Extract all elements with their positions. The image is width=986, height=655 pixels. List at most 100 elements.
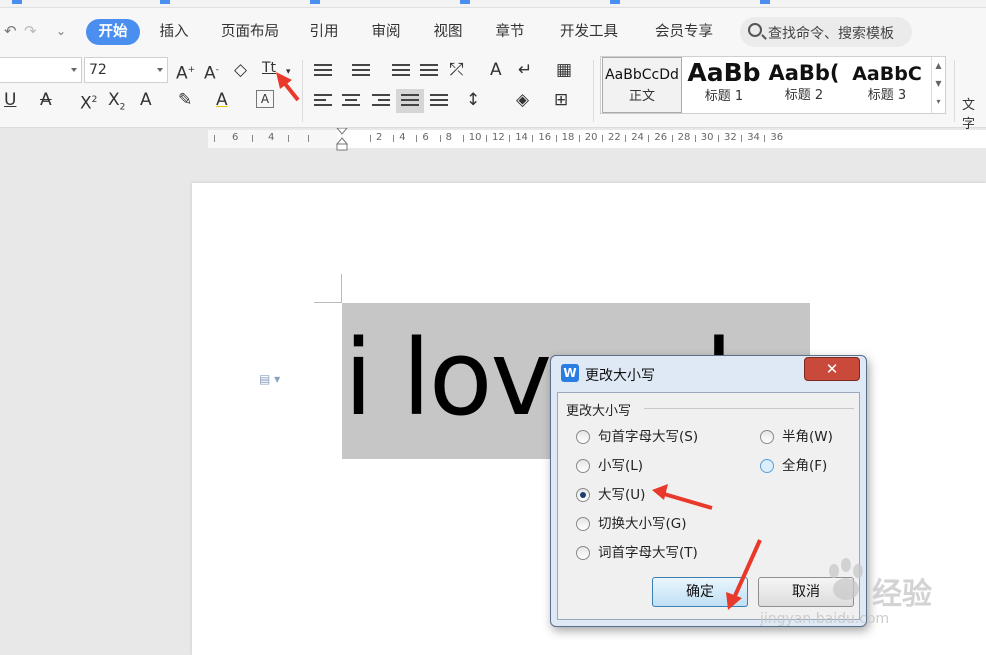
ruler-tick <box>462 135 464 142</box>
tab-member[interactable]: 会员专享 <box>646 19 722 45</box>
indent-marker-icon[interactable] <box>336 128 348 152</box>
subscript-icon[interactable]: X2 <box>108 90 125 117</box>
styles-gallery: AaBbCcDd 正文 AaBb 标题 1 AaBb( 标题 2 AaBbC 标… <box>600 56 946 114</box>
table-grid-icon[interactable]: ▦ <box>556 60 572 80</box>
clear-format-icon[interactable]: ◇ <box>234 60 247 80</box>
tab-chapter[interactable]: 章节 <box>486 19 534 45</box>
ruler-tick <box>252 135 253 142</box>
distributed-align-icon[interactable] <box>430 94 448 109</box>
radio-label: 大写(U) <box>598 487 646 503</box>
ruler-tick <box>625 135 627 142</box>
style-label: 标题 2 <box>784 88 824 103</box>
text-tool-label[interactable]: 文字 <box>962 94 986 132</box>
decrease-indent-icon[interactable] <box>392 64 410 79</box>
style-heading-3[interactable]: AaBbC 标题 3 <box>844 57 930 113</box>
align-center-icon[interactable] <box>342 94 360 109</box>
radio-label: 半角(W) <box>782 429 833 445</box>
search-icon <box>748 23 762 37</box>
chevron-up-icon[interactable]: ▲ <box>932 57 945 75</box>
radio-label: 词首字母大写(T) <box>598 545 698 561</box>
font-color-icon[interactable]: A <box>216 90 228 110</box>
document-tab-strip <box>0 0 986 8</box>
sort-icon[interactable]: ⤱ <box>450 60 464 80</box>
shading-icon[interactable]: ◈ <box>516 90 529 110</box>
ruler-number: 26 <box>654 132 668 143</box>
char-border-icon[interactable]: A <box>256 90 274 108</box>
tab-insert[interactable]: 插入 <box>150 19 198 45</box>
ruler-tick <box>578 135 580 142</box>
watermark-text: 经验 <box>872 577 932 612</box>
paw-logo-icon <box>829 558 863 600</box>
line-spacing-icon[interactable]: ↕ <box>466 90 480 110</box>
radio-dot <box>576 430 590 444</box>
ruler-number: 10 <box>468 132 482 143</box>
numbered-list-icon[interactable] <box>352 64 370 79</box>
style-sample: AaBb <box>687 58 761 87</box>
paragraph-handle-icon[interactable]: ▤ ▾ <box>259 372 280 386</box>
more-styles-icon[interactable]: ▾ <box>932 93 945 111</box>
ruler-tick <box>718 135 719 142</box>
tab-marker <box>12 0 22 4</box>
style-sample: AaBbCcDd <box>605 67 679 83</box>
ruler-tick <box>555 135 557 142</box>
undo-icon[interactable]: ↶ <box>4 22 17 40</box>
bullet-list-icon[interactable] <box>314 64 332 79</box>
chevron-down-icon[interactable]: ▼ <box>932 75 945 93</box>
ruler-tick <box>288 135 289 142</box>
separator <box>593 60 594 122</box>
increase-indent-icon[interactable] <box>420 64 438 79</box>
style-sample: AaBb( <box>768 61 840 85</box>
borders-icon[interactable]: ⊞ <box>554 90 568 110</box>
text-effect-icon[interactable]: A <box>140 90 152 110</box>
ruler-number: 14 <box>515 132 528 143</box>
ruler-number: 4 <box>268 132 275 143</box>
highlight-icon[interactable]: ✎ <box>178 90 192 110</box>
strikethrough-icon[interactable]: A <box>40 90 52 110</box>
change-case-icon[interactable]: Tt <box>262 58 276 78</box>
style-label: 标题 1 <box>704 89 744 104</box>
tab-review[interactable]: 审阅 <box>362 19 410 45</box>
radio-dot <box>576 459 590 473</box>
tab-view[interactable]: 视图 <box>424 19 472 45</box>
tab-marker <box>460 0 470 4</box>
ruler-number: 8 <box>445 132 452 143</box>
style-label: 标题 3 <box>867 88 907 103</box>
font-name-select[interactable] <box>0 57 82 83</box>
radio-dot <box>576 488 590 502</box>
ruler-number: 4 <box>399 132 406 143</box>
chevron-down-icon[interactable]: ▾ <box>286 62 291 82</box>
ruler-number: 32 <box>724 132 737 143</box>
align-left-icon[interactable] <box>314 94 332 109</box>
font-size-value: 72 <box>89 62 107 78</box>
ruler-number: 12 <box>492 132 505 143</box>
style-heading-2[interactable]: AaBb( 标题 2 <box>766 57 842 113</box>
align-right-icon[interactable] <box>372 94 390 109</box>
ruler-tick <box>509 135 511 142</box>
redo-icon[interactable]: ↷ <box>24 22 37 40</box>
command-search-box[interactable]: 查找命令、搜索模板 <box>740 17 912 47</box>
margin-corner-mark <box>314 302 342 303</box>
tab-start[interactable]: 开始 <box>86 19 140 45</box>
line-break-icon[interactable]: ↵ <box>518 60 532 80</box>
ok-button[interactable]: 确定 <box>652 577 748 607</box>
grow-font-icon[interactable]: A+ <box>176 60 195 84</box>
menu-bar: ↶ ↷ ⌄ 开始 插入 页面布局 引用 审阅 视图 章节 开发工具 会员专享 查… <box>0 8 986 54</box>
text-direction-icon[interactable]: A <box>490 60 502 80</box>
radio-dot <box>576 517 590 531</box>
ruler-tick <box>439 135 441 142</box>
search-placeholder: 查找命令、搜索模板 <box>768 26 894 42</box>
tab-page-layout[interactable]: 页面布局 <box>214 19 286 45</box>
tab-developer[interactable]: 开发工具 <box>552 19 626 45</box>
tab-references[interactable]: 引用 <box>300 19 348 45</box>
justify-icon[interactable] <box>396 89 424 113</box>
shrink-font-icon[interactable]: A- <box>204 60 219 84</box>
close-button[interactable]: ✕ <box>804 357 860 381</box>
font-size-select[interactable]: 72 <box>84 57 168 83</box>
quick-access-dropdown-icon[interactable]: ⌄ <box>56 24 66 38</box>
superscript-icon[interactable]: X2 <box>80 90 97 114</box>
margin-corner-mark <box>341 274 342 302</box>
styles-scroll[interactable]: ▲ ▼ ▾ <box>931 57 945 113</box>
style-heading-1[interactable]: AaBb 标题 1 <box>684 57 764 113</box>
underline-icon[interactable]: U <box>4 90 16 110</box>
style-normal[interactable]: AaBbCcDd 正文 <box>602 57 682 113</box>
